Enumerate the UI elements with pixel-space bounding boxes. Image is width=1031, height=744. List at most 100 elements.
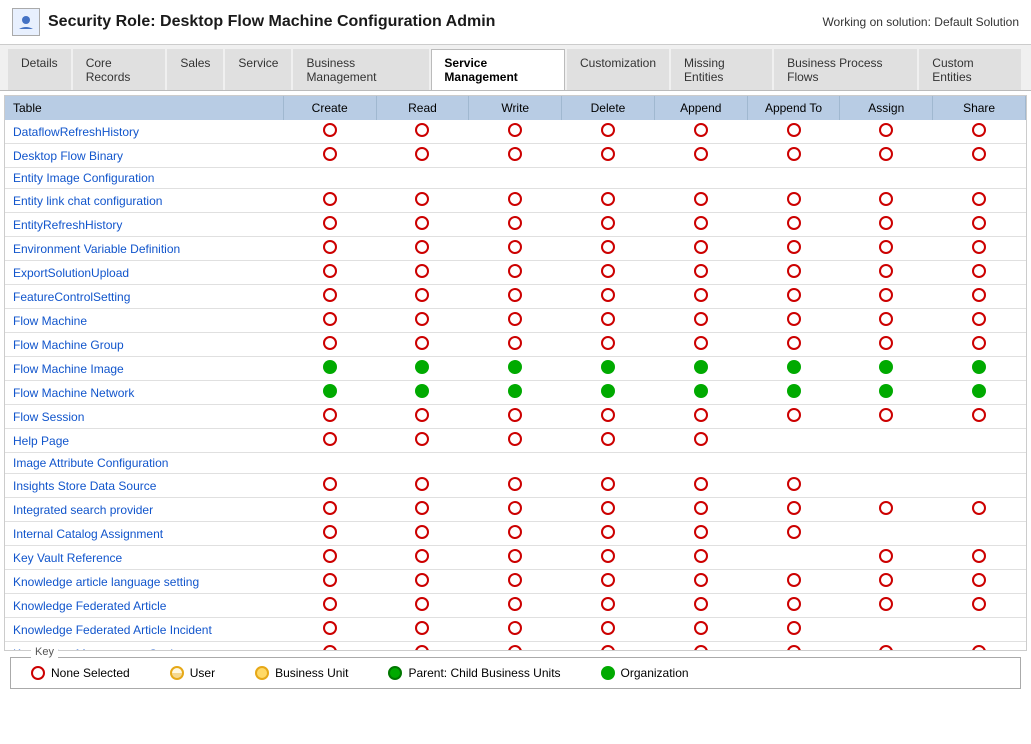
permission-cell-create[interactable] — [283, 168, 376, 189]
permission-cell-read[interactable] — [376, 357, 469, 381]
permission-cell-delete[interactable] — [562, 546, 655, 570]
permission-cell-write[interactable] — [469, 570, 562, 594]
row-table-name[interactable]: Image Attribute Configuration — [5, 453, 283, 474]
permission-cell-append[interactable] — [654, 333, 747, 357]
tab-service-management[interactable]: Service Management — [431, 49, 565, 90]
permission-cell-write[interactable] — [469, 120, 562, 144]
permission-cell-share[interactable] — [933, 522, 1026, 546]
row-table-name[interactable]: Entity Image Configuration — [5, 168, 283, 189]
row-table-name[interactable]: Environment Variable Definition — [5, 237, 283, 261]
permission-cell-append[interactable] — [654, 570, 747, 594]
permission-cell-share[interactable] — [933, 357, 1026, 381]
row-table-name[interactable]: Help Page — [5, 429, 283, 453]
permission-cell-delete[interactable] — [562, 381, 655, 405]
permission-cell-assign[interactable] — [840, 429, 933, 453]
permission-cell-append[interactable] — [654, 237, 747, 261]
permission-cell-assign[interactable] — [840, 546, 933, 570]
permission-cell-append[interactable] — [654, 168, 747, 189]
permission-cell-assign[interactable] — [840, 144, 933, 168]
permission-cell-create[interactable] — [283, 213, 376, 237]
permission-cell-appendto[interactable] — [747, 381, 840, 405]
permission-cell-appendto[interactable] — [747, 594, 840, 618]
permission-cell-append[interactable] — [654, 474, 747, 498]
permission-cell-assign[interactable] — [840, 261, 933, 285]
permission-cell-read[interactable] — [376, 333, 469, 357]
permission-cell-read[interactable] — [376, 570, 469, 594]
row-table-name[interactable]: Flow Machine Network — [5, 381, 283, 405]
permission-cell-write[interactable] — [469, 237, 562, 261]
permission-cell-append[interactable] — [654, 261, 747, 285]
permission-cell-delete[interactable] — [562, 594, 655, 618]
permission-cell-appendto[interactable] — [747, 168, 840, 189]
permission-cell-share[interactable] — [933, 570, 1026, 594]
row-table-name[interactable]: DataflowRefreshHistory — [5, 120, 283, 144]
permission-cell-share[interactable] — [933, 285, 1026, 309]
permission-cell-delete[interactable] — [562, 189, 655, 213]
permission-cell-share[interactable] — [933, 546, 1026, 570]
permission-cell-delete[interactable] — [562, 498, 655, 522]
row-table-name[interactable]: Knowledge Federated Article Incident — [5, 618, 283, 642]
permission-cell-delete[interactable] — [562, 120, 655, 144]
permission-cell-share[interactable] — [933, 498, 1026, 522]
permission-cell-appendto[interactable] — [747, 453, 840, 474]
row-table-name[interactable]: Integrated search provider — [5, 498, 283, 522]
tab-sales[interactable]: Sales — [167, 49, 223, 90]
permission-cell-share[interactable] — [933, 474, 1026, 498]
permission-cell-appendto[interactable] — [747, 429, 840, 453]
permission-cell-create[interactable] — [283, 381, 376, 405]
permission-cell-create[interactable] — [283, 570, 376, 594]
permission-cell-assign[interactable] — [840, 168, 933, 189]
permission-cell-create[interactable] — [283, 474, 376, 498]
permission-cell-delete[interactable] — [562, 474, 655, 498]
permission-cell-delete[interactable] — [562, 285, 655, 309]
permission-cell-read[interactable] — [376, 120, 469, 144]
row-table-name[interactable]: Key Vault Reference — [5, 546, 283, 570]
permission-cell-append[interactable] — [654, 189, 747, 213]
permission-cell-write[interactable] — [469, 546, 562, 570]
permission-cell-assign[interactable] — [840, 120, 933, 144]
row-table-name[interactable]: Entity link chat configuration — [5, 189, 283, 213]
permission-cell-assign[interactable] — [840, 474, 933, 498]
permission-cell-read[interactable] — [376, 309, 469, 333]
permission-cell-share[interactable] — [933, 594, 1026, 618]
permission-cell-read[interactable] — [376, 474, 469, 498]
row-table-name[interactable]: Knowledge article language setting — [5, 570, 283, 594]
permission-cell-read[interactable] — [376, 453, 469, 474]
permission-cell-delete[interactable] — [562, 144, 655, 168]
permission-cell-write[interactable] — [469, 381, 562, 405]
row-table-name[interactable]: Insights Store Data Source — [5, 474, 283, 498]
permission-cell-write[interactable] — [469, 309, 562, 333]
row-table-name[interactable]: Knowledge Federated Article — [5, 594, 283, 618]
row-table-name[interactable]: Internal Catalog Assignment — [5, 522, 283, 546]
permission-cell-append[interactable] — [654, 453, 747, 474]
permission-cell-appendto[interactable] — [747, 618, 840, 642]
permission-cell-delete[interactable] — [562, 522, 655, 546]
permission-cell-assign[interactable] — [840, 189, 933, 213]
permission-cell-write[interactable] — [469, 618, 562, 642]
permission-cell-append[interactable] — [654, 405, 747, 429]
permission-cell-appendto[interactable] — [747, 522, 840, 546]
permission-cell-assign[interactable] — [840, 594, 933, 618]
row-table-name[interactable]: Flow Session — [5, 405, 283, 429]
permission-cell-assign[interactable] — [840, 333, 933, 357]
permission-cell-share[interactable] — [933, 261, 1026, 285]
permission-cell-append[interactable] — [654, 285, 747, 309]
permission-cell-share[interactable] — [933, 642, 1026, 651]
permission-cell-create[interactable] — [283, 144, 376, 168]
permission-cell-share[interactable] — [933, 144, 1026, 168]
permission-cell-read[interactable] — [376, 213, 469, 237]
permission-cell-append[interactable] — [654, 309, 747, 333]
permission-cell-read[interactable] — [376, 594, 469, 618]
tab-business-process-flows[interactable]: Business Process Flows — [774, 49, 917, 90]
permission-cell-write[interactable] — [469, 144, 562, 168]
permission-cell-create[interactable] — [283, 237, 376, 261]
permission-cell-delete[interactable] — [562, 357, 655, 381]
permission-cell-assign[interactable] — [840, 570, 933, 594]
tab-business-management[interactable]: Business Management — [293, 49, 429, 90]
permission-cell-create[interactable] — [283, 429, 376, 453]
permission-cell-appendto[interactable] — [747, 144, 840, 168]
permission-cell-share[interactable] — [933, 213, 1026, 237]
permission-cell-appendto[interactable] — [747, 213, 840, 237]
permission-cell-assign[interactable] — [840, 642, 933, 651]
permission-cell-share[interactable] — [933, 333, 1026, 357]
